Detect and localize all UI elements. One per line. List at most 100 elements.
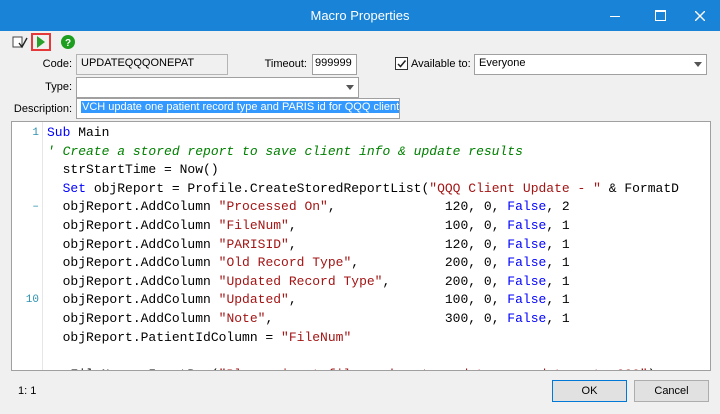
code-token: Sub xyxy=(47,125,71,140)
help-icon[interactable]: ? xyxy=(58,33,78,51)
code-token: objReport.AddColumn xyxy=(47,199,219,215)
code-token: objReport.PatientIdColumn = xyxy=(47,329,282,345)
code-text: ' Create a stored report to save client … xyxy=(47,144,523,159)
chevron-down-icon[interactable] xyxy=(690,55,706,74)
code-token: objReport.AddColumn xyxy=(47,311,219,326)
code-label: Code: xyxy=(42,58,72,70)
code-line[interactable]: ' Create a stored report to save client … xyxy=(12,143,710,161)
code-line[interactable]: objReport.AddColumn "PARISID", 120, 0, F… xyxy=(12,236,710,254)
code-token: , 120, 0, xyxy=(288,236,508,252)
ok-button[interactable]: OK xyxy=(552,380,627,402)
code-line[interactable]: objReport.AddColumn "Note", 300, 0, Fals… xyxy=(12,310,710,328)
code-text: strStartTime = Now() xyxy=(47,162,219,177)
code-line[interactable]: objReport.AddColumn "Updated Record Type… xyxy=(12,273,710,291)
code-token: , 300, 0, xyxy=(265,311,508,326)
code-token: "QQQ Client Update - " xyxy=(429,180,601,196)
code-field[interactable]: UPDATEQQQONEPAT xyxy=(76,54,228,75)
code-token: Set xyxy=(47,180,87,196)
code-token: strStartTime = Now() xyxy=(47,162,219,178)
maximize-icon[interactable] xyxy=(645,0,675,31)
code-token: "Please input file number to update reco… xyxy=(219,367,648,370)
description-label: Description: xyxy=(13,103,72,115)
code-token: "FileNum" xyxy=(218,218,289,233)
timeout-field[interactable]: 999999 xyxy=(312,54,357,75)
code-line[interactable]: strStartTime = Now() xyxy=(12,161,710,179)
code-line[interactable]: 1 Sub Main xyxy=(12,124,710,142)
code-token: objReport.AddColumn xyxy=(47,292,219,308)
close-icon[interactable] xyxy=(685,0,715,31)
code-token: "PARISID" xyxy=(218,236,289,252)
code-text: objReport.AddColumn "FileNum", 100, 0, F… xyxy=(47,218,570,233)
code-token: "Processed On" xyxy=(218,199,328,215)
timeout-label: Timeout: xyxy=(264,58,307,70)
code-token: ' Create a stored report to save client … xyxy=(47,143,523,159)
code-token: False xyxy=(507,199,547,215)
available-checkbox[interactable] xyxy=(395,57,408,70)
description-value: VCH update one patient record type and P… xyxy=(81,101,399,113)
code-line[interactable]: – objReport.AddColumn "Processed On", 12… xyxy=(12,198,710,216)
available-select[interactable]: Everyone xyxy=(474,54,707,75)
code-line[interactable]: objReport.AddColumn "FileNum", 100, 0, F… xyxy=(12,217,710,235)
code-text: objReport.AddColumn "Updated Record Type… xyxy=(47,274,570,289)
code-token: False xyxy=(507,255,547,271)
code-line[interactable] xyxy=(12,347,710,365)
code-token: objReport.AddColumn xyxy=(47,236,219,252)
cursor-position: 1: 1 xyxy=(18,385,37,397)
code-token: False xyxy=(507,292,547,308)
check-list-icon[interactable] xyxy=(10,33,30,51)
code-token: , 200, 0, xyxy=(382,273,508,289)
cancel-button[interactable]: Cancel xyxy=(634,380,709,402)
code-token: , 100, 0, xyxy=(288,292,508,308)
code-token: , 1 xyxy=(546,255,570,271)
code-token: , 200, 0, xyxy=(351,255,508,271)
code-text: objReport.AddColumn "Processed On", 120,… xyxy=(47,199,570,214)
line-number: – xyxy=(32,201,39,214)
code-token: "Old Record Type" xyxy=(218,255,352,271)
code-text: aFileNum = InputBox("Please input file n… xyxy=(47,367,656,370)
toolbar: ? xyxy=(0,31,720,53)
code-text: Set objReport = Profile.CreateStoredRepo… xyxy=(47,181,679,196)
code-token: objReport.AddColumn xyxy=(47,218,219,233)
available-label: Available to: xyxy=(411,58,471,70)
type-select[interactable] xyxy=(76,77,359,98)
code-token: Main xyxy=(70,125,110,140)
code-token: ) xyxy=(648,367,656,370)
code-line[interactable]: aFileNum = InputBox("Please input file n… xyxy=(12,366,710,370)
line-number: 10 xyxy=(25,294,39,307)
code-text: objReport.AddColumn "Old Record Type", 2… xyxy=(47,255,570,270)
play-icon[interactable] xyxy=(31,33,51,51)
code-line[interactable]: 10 objReport.AddColumn "Updated", 100, 0… xyxy=(12,291,710,309)
code-token: objReport.AddColumn xyxy=(47,273,219,289)
code-token: , 1 xyxy=(546,273,570,289)
chevron-down-icon[interactable] xyxy=(342,78,358,97)
description-field[interactable]: VCH update one patient record type and P… xyxy=(76,98,400,119)
code-token: False xyxy=(507,218,547,233)
code-token: , 100, 0, xyxy=(288,218,508,233)
code-token: "Updated Record Type" xyxy=(218,273,383,289)
code-token: , 1 xyxy=(546,311,570,326)
code-line[interactable]: objReport.PatientIdColumn = "FileNum" xyxy=(12,329,710,347)
code-token: , 2 xyxy=(546,199,570,215)
code-token: aFileNum = InputBox( xyxy=(47,367,219,370)
code-token: objReport = Profile.CreateStoredReportLi… xyxy=(86,180,430,196)
type-label: Type: xyxy=(45,81,72,93)
code-token: , 1 xyxy=(546,218,570,233)
available-value: Everyone xyxy=(479,57,526,69)
code-token: , 120, 0, xyxy=(327,199,508,215)
code-line[interactable]: objReport.AddColumn "Old Record Type", 2… xyxy=(12,254,710,272)
code-text: objReport.AddColumn "PARISID", 120, 0, F… xyxy=(47,237,570,252)
title-bar: Macro Properties xyxy=(0,0,720,31)
code-token: "FileNum" xyxy=(281,329,352,345)
code-editor[interactable]: 1 Sub Main ' Create a stored report to sav… xyxy=(11,121,711,371)
code-token: False xyxy=(507,311,547,326)
code-token: , 1 xyxy=(546,236,570,252)
minimize-icon[interactable] xyxy=(600,0,630,31)
code-token: False xyxy=(507,273,547,289)
code-line[interactable]: Set objReport = Profile.CreateStoredRepo… xyxy=(12,180,710,198)
code-token: objReport.AddColumn xyxy=(47,255,219,271)
code-token: "Updated" xyxy=(218,292,289,308)
code-token: False xyxy=(507,236,547,252)
line-number: 1 xyxy=(32,127,39,139)
code-text: objReport.PatientIdColumn = "FileNum" xyxy=(47,329,352,345)
code-token: & FormatD xyxy=(600,180,679,196)
